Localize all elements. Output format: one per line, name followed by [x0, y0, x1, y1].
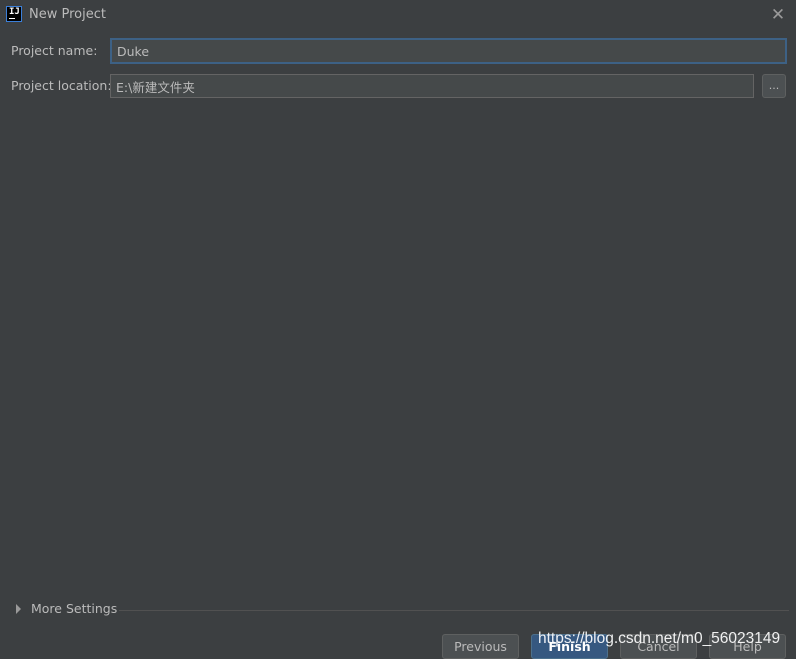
finish-button[interactable]: Finish	[531, 634, 608, 659]
window-title: New Project	[29, 7, 106, 22]
cancel-button[interactable]: Cancel	[620, 634, 697, 659]
project-location-input[interactable]	[110, 74, 754, 98]
new-project-dialog: IJ New Project ✕ Project name: Project l…	[0, 0, 796, 659]
triangle-right-icon	[16, 604, 21, 614]
title-bar: IJ New Project ✕	[0, 0, 796, 30]
close-icon[interactable]: ✕	[768, 5, 788, 25]
project-name-label: Project name:	[11, 43, 98, 58]
intellij-logo-icon: IJ	[6, 6, 22, 22]
browse-button[interactable]: ...	[762, 74, 786, 98]
project-name-input[interactable]	[110, 38, 787, 64]
project-location-label: Project location:	[11, 78, 112, 93]
more-settings-separator	[119, 610, 789, 611]
help-button[interactable]: Help	[709, 634, 786, 659]
more-settings-label: More Settings	[31, 601, 118, 616]
previous-button[interactable]: Previous	[442, 634, 519, 659]
